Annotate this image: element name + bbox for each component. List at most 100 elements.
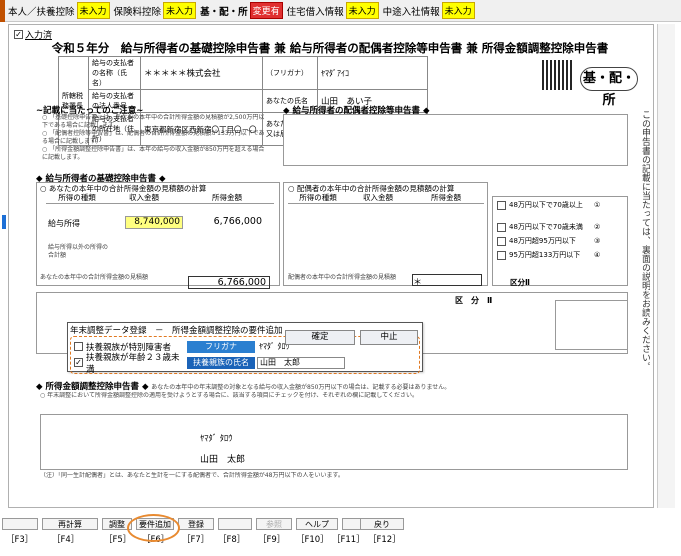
checkbox-icon (497, 236, 506, 246)
status-badge: 未入力 (76, 2, 110, 19)
checkbox-icon[interactable] (74, 342, 83, 351)
option-list: 48万円以下で70歳以上 ① 48万円以下で70歳未満 ② 48万円超95万円以下 ③… (497, 200, 600, 260)
tab-hoken[interactable]: 保険料控除 未入力 (114, 2, 197, 19)
col-header: 所得金額 (212, 193, 242, 202)
col-header: 収入金額 (129, 193, 159, 202)
spouse-total: ＊ (412, 274, 482, 288)
status-badge: 変更有 (249, 2, 283, 19)
adj-header: ◆ 所得金額調整控除申告書 ◆ あなたの本年中の年末調整の対象となる給与の収入金… (36, 380, 636, 392)
tab-marker (0, 0, 5, 22)
form-title: 令和５年分 給与所得者の基礎控除申告書 兼 給与所得者の配偶者控除等申告書 兼 … (51, 41, 609, 55)
tab-label: 保険料控除 (113, 6, 162, 18)
status-badge: 未入力 (441, 2, 475, 19)
adj-note: あなたの本年中の年末調整の対象となる給与の収入金額が850万円以下の場合は、記載… (151, 384, 451, 391)
col-header: 収入金額 (363, 193, 393, 202)
tab-label: 本人／扶養控除 (8, 6, 75, 18)
option-label: 95万円超133万円以下 (509, 251, 581, 259)
adj-footnote: （注）「同一生計配偶者」とは、あなたと生計を一にする配偶者で、合計所得金額が48… (40, 472, 344, 479)
basic-income-input[interactable]: 8,740,000 (125, 216, 183, 229)
row1-furigana-label: フリガナ (187, 340, 255, 353)
adj-instructions: ○ 年末調整において所得金額調整控除の適用を受けようとする場合に、該当する項目に… (40, 392, 418, 399)
tab-chuto[interactable]: 中途入社情報 未入力 (383, 2, 475, 19)
tab-jutaku[interactable]: 住宅借入情報 未入力 (287, 2, 379, 19)
row2-check-label: 扶養親族が年齢２３歳未満 (86, 352, 180, 375)
adj-title: ◆ 所得金額調整控除申告書 ◆ (36, 382, 149, 392)
option-code: ③ (594, 237, 601, 245)
row-indicator (2, 215, 6, 229)
adj-table (40, 414, 628, 470)
option-item[interactable]: 95万円超133万円以下 ④ (497, 250, 600, 260)
kubun-label: 区分Ⅱ (510, 278, 530, 287)
checkbox-icon (497, 222, 506, 232)
fkey-f5-key: ［F5］ (104, 535, 132, 545)
dependent-name-input[interactable] (257, 356, 345, 369)
confirm-button[interactable]: 確定 (285, 330, 355, 345)
fkey-f9-key: ［F9］ (258, 535, 286, 545)
checkbox-icon (497, 250, 506, 260)
basic-total: 6,766,000 (188, 276, 270, 289)
qr-code-icon (542, 60, 572, 90)
spouse-total-label: 配偶者の本年中の合計所得金額の見積額 (288, 274, 397, 281)
fkey-f3[interactable] (2, 518, 38, 530)
highlight-circle (127, 514, 180, 542)
furigana-label: （フリガナ） (262, 56, 318, 90)
tab-kihaisho[interactable]: 基・配・所 変更有 (200, 2, 283, 19)
vertical-scrollbar[interactable] (657, 24, 675, 508)
fkey-f12-key: ［F12］ (368, 535, 401, 545)
checkbox-icon: ✓ (14, 30, 23, 39)
fkey-f12[interactable]: 戻り (360, 518, 404, 530)
tab-label: 基・配・所 (200, 6, 248, 18)
payer-name-label: 給与の支払者の名称（氏名） (88, 56, 141, 90)
option-code: ② (594, 223, 601, 231)
tab-label: 中途入社情報 (382, 6, 440, 18)
fkey-f10-key: ［F10］ (296, 535, 329, 545)
fkey-f7-key: ［F7］ (182, 535, 210, 545)
basic-col-headers: 所得の種類 収入金額 所得金額 (46, 192, 274, 204)
basic-total-label: あなたの本年中の合計所得金額の見積額 (40, 274, 149, 281)
checkbox-icon[interactable]: ✓ (74, 358, 83, 367)
side-note: この申告書の記載に当たっては、裏面の説明をお読みください。 (640, 110, 650, 371)
option-label: 48万円以下で70歳未満 (509, 223, 583, 231)
furigana-value: ﾔﾏﾀﾞｱｲｺ (317, 56, 428, 90)
fkey-f4[interactable]: 再計算 (42, 518, 98, 530)
dialog-row2: ✓ 扶養親族が年齢２３歳未満 扶養親族の氏名 (74, 353, 345, 375)
dialog-title: 年末調整データ登録 － 所得金額調整控除の要件追加 (70, 326, 283, 336)
fkey-f3-key: ［F3］ (6, 535, 34, 545)
fkey-f8[interactable] (218, 518, 252, 530)
spouse-col-headers: 所得の種類 収入金額 所得金額 (288, 192, 484, 204)
fkey-f11-key: ［F11］ (332, 535, 365, 545)
cancel-button[interactable]: 中止 (360, 330, 418, 345)
checkbox-icon (497, 200, 506, 210)
col-header: 所得金額 (431, 193, 461, 202)
option-label: 48万円以下で70歳以上 (509, 201, 583, 209)
option-item[interactable]: 48万円以下で70歳未満 ② (497, 222, 600, 232)
option-item[interactable]: 48万円以下で70歳以上 ① (497, 200, 600, 210)
tab-honnin[interactable]: 本人／扶養控除 未入力 (8, 2, 110, 19)
basic-amount: 6,766,000 (213, 216, 262, 227)
payer-name: ＊＊＊＊＊株式会社 (140, 56, 263, 90)
fkey-f4-key: ［F4］ (52, 535, 80, 545)
payer-corp-value (140, 89, 263, 113)
row2-name-label: 扶養親族の氏名 (186, 355, 256, 370)
col-header: 所得の種類 (299, 193, 337, 202)
basic-row1-label: 給与所得 (48, 219, 80, 228)
fkey-f7[interactable]: 登録 (178, 518, 214, 530)
adj-furigana: ﾔﾏﾀﾞ ﾀﾛｳ (200, 434, 233, 444)
spouse-header-box (283, 114, 628, 166)
kubun-mid: 区 分 Ⅱ (455, 296, 493, 305)
tab-label: 住宅借入情報 (286, 6, 344, 18)
notes-text: ○ 「基礎控除申告書」は、あなたの本年中の合計所得金額の見積額が2,500万円以… (42, 114, 265, 161)
status-badge: 未入力 (345, 2, 379, 19)
fkey-f10[interactable]: ヘルプ (296, 518, 338, 530)
status-badge: 未入力 (163, 2, 197, 19)
fkey-f9[interactable]: 参照 (256, 518, 292, 530)
col-header: 所得の種類 (58, 193, 96, 202)
basic-row2-label: 給与所得以外の所得の合計額 (48, 244, 109, 259)
fkey-f8-key: ［F8］ (218, 535, 246, 545)
option-code: ④ (594, 251, 601, 259)
adj-name: 山田 太郎 (200, 455, 246, 465)
option-label: 48万円超95万円以下 (509, 237, 576, 245)
option-item[interactable]: 48万円超95万円以下 ③ (497, 236, 600, 246)
right-summary (555, 300, 628, 350)
form-badge: 基・配・所 (580, 67, 638, 108)
